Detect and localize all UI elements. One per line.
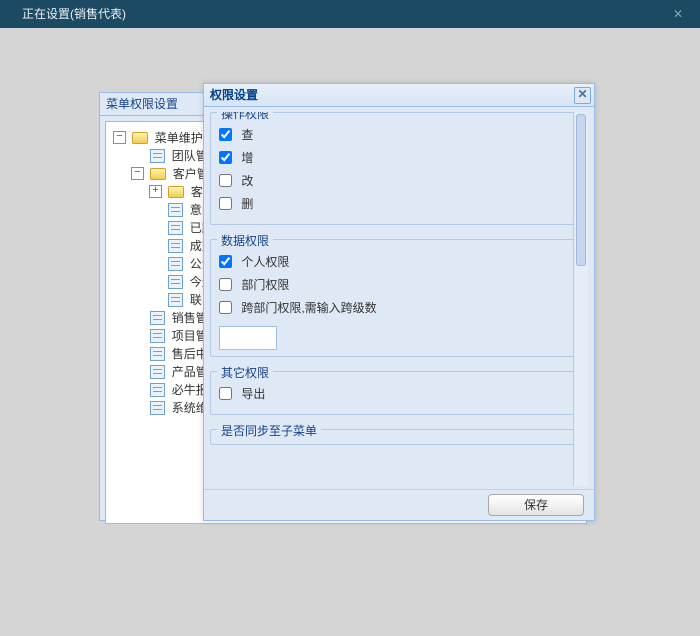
window-title-bar: 正在设置(销售代表) ✕ (0, 0, 700, 28)
chk-row-dept: 部门权限 (219, 276, 565, 293)
folder-icon (150, 168, 166, 180)
tree-spacer (131, 383, 144, 396)
leaf-icon (168, 293, 183, 307)
checkbox-label: 改 (241, 174, 253, 188)
dialog-title: 权限设置 (210, 88, 258, 102)
tree-spacer (131, 329, 144, 342)
window-close-icon[interactable]: ✕ (664, 0, 692, 28)
chk-row-cross: 跨部门权限,需输入跨级数 (219, 299, 565, 316)
leaf-icon (168, 275, 183, 289)
tree-spacer (149, 257, 162, 270)
leaf-icon (150, 311, 165, 325)
leaf-icon (150, 347, 165, 361)
folder-icon (132, 132, 148, 144)
workspace: 菜单权限设置 − 菜单维护 团队管 − 客户管 (0, 28, 700, 636)
checkbox-label: 增 (241, 151, 253, 165)
fieldset-legend: 操作权限 (217, 112, 273, 122)
tree-spacer (131, 401, 144, 414)
checkbox-del[interactable] (219, 197, 232, 210)
chk-row-add: 增 (219, 149, 565, 166)
cross-level-input[interactable] (219, 326, 277, 350)
fieldset-legend: 其它权限 (217, 364, 273, 381)
checkbox-label: 删 (241, 197, 253, 211)
dialog-scroll-area: 操作权限 查 增 改 删 (210, 112, 574, 486)
tree-spacer (131, 311, 144, 324)
leaf-icon (150, 383, 165, 397)
window-title: 正在设置(销售代表) (22, 7, 126, 21)
tree-spacer (149, 221, 162, 234)
checkbox-personal[interactable] (219, 255, 232, 268)
checkbox-label: 跨部门权限,需输入跨级数 (241, 301, 376, 315)
leaf-icon (168, 257, 183, 271)
tree-spacer (131, 149, 144, 162)
tree-spacer (149, 275, 162, 288)
checkbox-export[interactable] (219, 387, 232, 400)
checkbox-edit[interactable] (219, 174, 232, 187)
fieldset-legend: 数据权限 (217, 232, 273, 249)
checkbox-dept[interactable] (219, 278, 232, 291)
checkbox-label: 个人权限 (241, 255, 289, 269)
leaf-icon (150, 329, 165, 343)
leaf-icon (168, 239, 183, 253)
fieldset-op: 操作权限 查 增 改 删 (210, 112, 574, 225)
tree-spacer (149, 293, 162, 306)
leaf-icon (150, 149, 165, 163)
leaf-icon (150, 401, 165, 415)
fieldset-legend: 是否同步至子菜单 (217, 422, 321, 439)
chk-row-personal: 个人权限 (219, 253, 565, 270)
dialog-close-icon[interactable]: ✕ (574, 87, 591, 104)
scrollbar-thumb[interactable] (576, 114, 586, 266)
chk-row-edit: 改 (219, 172, 565, 189)
tree-spacer (131, 347, 144, 360)
checkbox-add[interactable] (219, 151, 232, 164)
checkbox-label: 导出 (241, 387, 265, 401)
chk-row-view: 查 (219, 126, 565, 143)
dialog-footer: 保存 (204, 489, 594, 520)
tree-spacer (149, 239, 162, 252)
fieldset-other: 其它权限 导出 (210, 371, 574, 415)
fieldset-sync: 是否同步至子菜单 (210, 429, 574, 445)
collapse-icon[interactable]: − (113, 131, 126, 144)
tree-spacer (131, 365, 144, 378)
tree-label: 菜单维护 (155, 131, 203, 145)
permission-dialog: 权限设置 ✕ 操作权限 查 增 改 (203, 83, 595, 521)
tree-spacer (149, 203, 162, 216)
chk-row-export: 导出 (219, 385, 565, 402)
scrollbar[interactable] (573, 112, 588, 486)
leaf-icon (150, 365, 165, 379)
dialog-title-bar[interactable]: 权限设置 ✕ (204, 84, 594, 107)
checkbox-label: 部门权限 (241, 278, 289, 292)
checkbox-cross[interactable] (219, 301, 232, 314)
leaf-icon (168, 221, 183, 235)
fieldset-data: 数据权限 个人权限 部门权限 跨部门权限,需输入跨级数 (210, 239, 574, 357)
save-button[interactable]: 保存 (488, 494, 584, 516)
dialog-body: 操作权限 查 增 改 删 (210, 112, 588, 486)
checkbox-view[interactable] (219, 128, 232, 141)
collapse-icon[interactable]: − (131, 167, 144, 180)
checkbox-label: 查 (241, 128, 253, 142)
leaf-icon (168, 203, 183, 217)
chk-row-del: 删 (219, 195, 565, 212)
folder-icon (168, 186, 184, 198)
expand-icon[interactable]: + (149, 185, 162, 198)
